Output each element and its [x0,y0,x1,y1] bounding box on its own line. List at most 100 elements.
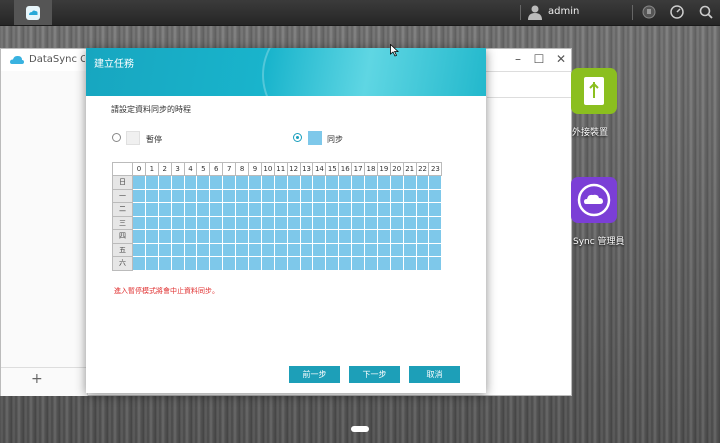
schedule-cell[interactable] [144,242,159,257]
schedule-cell[interactable] [286,256,301,271]
schedule-cell[interactable] [196,202,211,217]
schedule-cell[interactable] [415,242,430,257]
schedule-cell[interactable] [376,188,391,203]
schedule-cell[interactable] [260,256,275,271]
schedule-cell[interactable] [235,188,250,203]
schedule-cell[interactable] [235,242,250,257]
user-icon[interactable] [528,4,542,20]
schedule-cell[interactable] [325,242,340,257]
schedule-cell[interactable] [132,229,146,244]
schedule-cell[interactable] [209,256,224,271]
schedule-cell[interactable] [222,229,237,244]
schedule-cell[interactable] [260,242,275,257]
schedule-cell[interactable] [183,256,198,271]
schedule-cell[interactable] [351,242,366,257]
schedule-cell[interactable] [376,202,391,217]
schedule-cell[interactable] [299,175,314,190]
dock-handle[interactable] [351,426,369,432]
schedule-cell[interactable] [364,202,378,217]
schedule-cell[interactable] [415,175,430,190]
schedule-cell[interactable] [209,229,224,244]
schedule-cell[interactable] [415,229,430,244]
prev-button[interactable]: 前一步 [289,366,340,383]
schedule-cell[interactable] [248,202,262,217]
schedule-cell[interactable] [312,188,327,203]
schedule-cell[interactable] [222,175,237,190]
schedule-cell[interactable] [376,242,391,257]
schedule-cell[interactable] [286,202,301,217]
schedule-cell[interactable] [402,256,417,271]
schedule-cell[interactable] [286,215,301,230]
schedule-cell[interactable] [389,175,404,190]
schedule-cell[interactable] [325,188,340,203]
schedule-cell[interactable] [428,242,443,257]
schedule-cell[interactable] [364,242,378,257]
schedule-cell[interactable] [338,242,353,257]
schedule-cell[interactable] [273,242,288,257]
schedule-cell[interactable] [132,242,146,257]
schedule-cell[interactable] [222,242,237,257]
schedule-cell[interactable] [325,215,340,230]
schedule-cell[interactable] [222,215,237,230]
schedule-cell[interactable] [170,256,185,271]
schedule-cell[interactable] [132,188,146,203]
schedule-cell[interactable] [222,256,237,271]
schedule-cell[interactable] [196,242,211,257]
schedule-cell[interactable] [170,188,185,203]
schedule-cell[interactable] [351,215,366,230]
schedule-cell[interactable] [312,202,327,217]
schedule-cell[interactable] [235,202,250,217]
schedule-cell[interactable] [209,188,224,203]
schedule-cell[interactable] [312,175,327,190]
external-device-app[interactable] [571,68,617,114]
schedule-cell[interactable] [351,202,366,217]
schedule-cell[interactable] [144,175,159,190]
add-task-button[interactable]: + [31,371,43,387]
schedule-cell[interactable] [428,202,443,217]
schedule-cell[interactable] [157,188,172,203]
schedule-cell[interactable] [428,229,443,244]
schedule-cell[interactable] [144,215,159,230]
schedule-cell[interactable] [273,175,288,190]
schedule-cell[interactable] [402,188,417,203]
schedule-cell[interactable] [299,229,314,244]
schedule-cell[interactable] [376,175,391,190]
schedule-cell[interactable] [338,229,353,244]
schedule-cell[interactable] [235,175,250,190]
schedule-cell[interactable] [402,242,417,257]
schedule-cell[interactable] [389,188,404,203]
schedule-cell[interactable] [170,242,185,257]
schedule-cell[interactable] [338,256,353,271]
schedule-cell[interactable] [248,215,262,230]
schedule-cell[interactable] [170,215,185,230]
schedule-cell[interactable] [389,242,404,257]
schedule-cell[interactable] [389,229,404,244]
schedule-cell[interactable] [273,202,288,217]
schedule-cell[interactable] [183,242,198,257]
next-button[interactable]: 下一步 [349,366,400,383]
schedule-cell[interactable] [170,229,185,244]
schedule-cell[interactable] [170,202,185,217]
schedule-cell[interactable] [170,175,185,190]
schedule-cell[interactable] [144,188,159,203]
schedule-cell[interactable] [144,256,159,271]
schedule-cell[interactable] [402,175,417,190]
username-label[interactable]: admin [548,6,579,17]
schedule-cell[interactable] [260,202,275,217]
schedule-cell[interactable] [273,215,288,230]
schedule-cell[interactable] [415,256,430,271]
schedule-cell[interactable] [273,256,288,271]
schedule-cell[interactable] [364,175,378,190]
schedule-cell[interactable] [286,242,301,257]
schedule-cell[interactable] [286,175,301,190]
schedule-cell[interactable] [183,202,198,217]
schedule-cell[interactable] [351,256,366,271]
schedule-cell[interactable] [338,215,353,230]
search-icon[interactable] [698,4,714,20]
schedule-cell[interactable] [183,215,198,230]
schedule-cell[interactable] [415,188,430,203]
schedule-cell[interactable] [415,202,430,217]
schedule-cell[interactable] [260,175,275,190]
maximize-icon[interactable]: ☐ [532,52,546,66]
schedule-cell[interactable] [157,229,172,244]
